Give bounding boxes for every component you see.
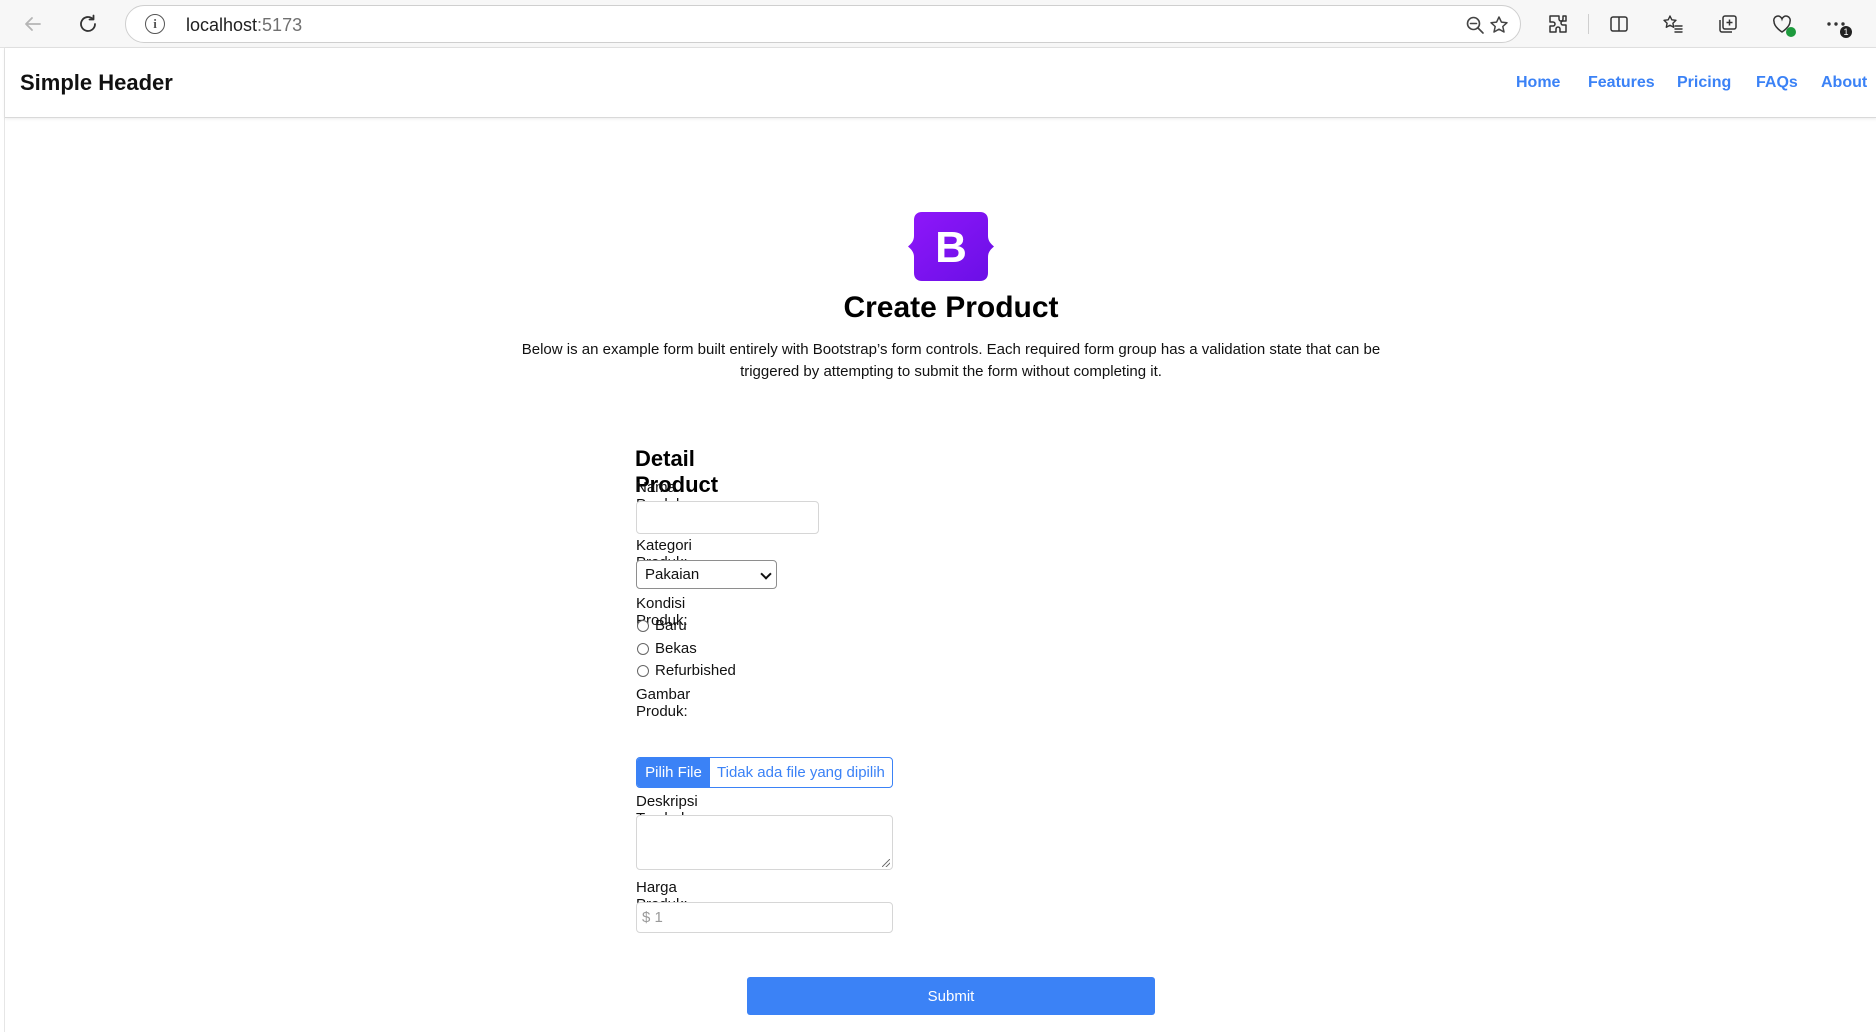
resize-handle-icon[interactable] [882, 859, 890, 867]
radio-label: Baru [655, 617, 687, 634]
bootstrap-logo-icon: B [908, 212, 994, 281]
favorite-star-icon[interactable] [1484, 10, 1514, 40]
split-screen-icon[interactable] [1603, 8, 1635, 40]
nav-faqs[interactable]: FAQs [1756, 74, 1798, 92]
refresh-icon[interactable] [72, 8, 104, 40]
collections-icon[interactable] [1712, 8, 1744, 40]
radio-label: Refurbished [655, 662, 736, 679]
file-status-text: Tidak ada file yang dipilih [717, 764, 885, 781]
page-viewport: Simple Header Home Features Pricing FAQs… [4, 48, 1876, 1032]
page-title: Create Product [843, 291, 1059, 324]
site-info-icon[interactable]: i [145, 14, 165, 34]
product-image-file-input[interactable]: Pilih File Tidak ada file yang dipilih [636, 757, 893, 788]
category-selected-value: Pakaian [645, 566, 700, 583]
category-select[interactable]: Pakaian [636, 560, 777, 589]
nav-pricing[interactable]: Pricing [1677, 74, 1731, 92]
browser-essentials-icon[interactable] [1766, 8, 1798, 40]
url-text[interactable]: localhost:5173 [186, 15, 302, 36]
back-icon[interactable] [17, 8, 49, 40]
description-textarea[interactable] [636, 815, 893, 870]
notification-badge: 1 [1840, 26, 1852, 38]
page-description: Below is an example form built entirely … [521, 341, 1381, 380]
chevron-down-icon [760, 568, 772, 580]
price-input[interactable]: $ 1 [636, 902, 893, 933]
extensions-icon[interactable] [1542, 8, 1574, 40]
nav-features[interactable]: Features [1588, 74, 1655, 92]
address-bar[interactable]: i localhost:5173 [125, 5, 1521, 43]
nav-home[interactable]: Home [1516, 74, 1560, 92]
radio-button[interactable] [637, 665, 649, 677]
choose-file-button[interactable]: Pilih File [637, 758, 710, 787]
favorites-list-icon[interactable] [1657, 8, 1689, 40]
more-menu-icon[interactable]: 1 [1820, 8, 1852, 40]
status-ok-dot [1786, 27, 1796, 37]
brand-title[interactable]: Simple Header [20, 70, 173, 96]
radio-button[interactable] [637, 643, 649, 655]
image-label: Gambar Produk: [636, 686, 691, 720]
nav-about[interactable]: About [1821, 74, 1867, 92]
site-header: Simple Header Home Features Pricing FAQs… [5, 48, 1876, 118]
toolbar-separator [1588, 14, 1589, 34]
radio-label: Bekas [655, 640, 697, 657]
svg-text:B: B [935, 223, 967, 272]
submit-button[interactable]: Submit [747, 977, 1155, 1015]
radio-button[interactable] [637, 620, 649, 632]
browser-toolbar: i localhost:5173 1 [0, 0, 1876, 48]
product-name-input[interactable] [636, 501, 819, 534]
